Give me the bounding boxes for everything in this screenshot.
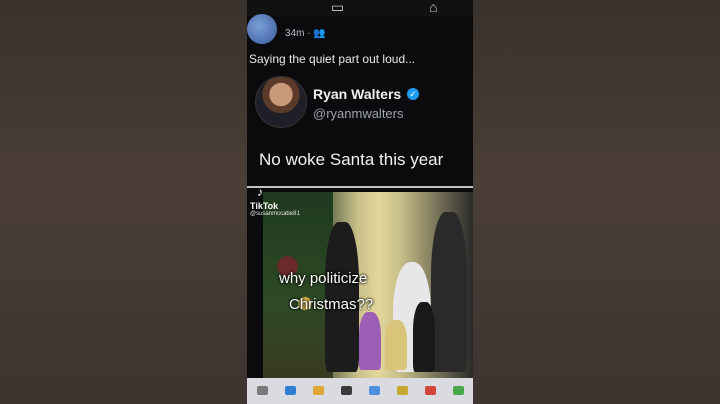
background-left (0, 0, 247, 404)
taskbar-icon[interactable] (285, 386, 296, 395)
author-name[interactable]: Ryan Walters (313, 86, 401, 102)
author-avatar[interactable] (255, 76, 307, 128)
tiktok-icon: ♪ (257, 185, 263, 199)
taskbar-icon[interactable] (453, 386, 464, 395)
taskbar (247, 378, 473, 404)
background-right (473, 0, 720, 404)
post-meta: 34m · 👥 (285, 28, 326, 39)
caption-line-1: why politicize (279, 270, 368, 287)
caption-line-2: Christmas?? (289, 296, 374, 313)
divider (247, 186, 473, 188)
tiktok-username: @susanmccabe81 (250, 211, 300, 217)
tiktok-label: TikTok (250, 201, 279, 211)
tweet-text: No woke Santa this year (259, 150, 444, 169)
taskbar-icon[interactable] (369, 386, 380, 395)
post-time: 34m · (285, 28, 311, 39)
person (431, 212, 467, 372)
quote-text: Saying the quiet part out loud... (249, 52, 416, 66)
verified-badge-icon: ✓ (407, 88, 419, 100)
taskbar-icon[interactable] (313, 386, 324, 395)
top-bar (247, 0, 473, 16)
author-handle[interactable]: @ryanmwalters (313, 106, 404, 121)
home-icon[interactable]: ⌂ (429, 0, 437, 14)
child (385, 320, 407, 370)
monitor-icon[interactable]: ▭ (331, 0, 344, 14)
taskbar-icon[interactable] (397, 386, 408, 395)
taskbar-icon[interactable] (425, 386, 436, 395)
child (359, 312, 381, 370)
taskbar-icon[interactable] (341, 386, 352, 395)
avatar[interactable] (247, 14, 277, 44)
taskbar-icon[interactable] (257, 386, 268, 395)
people-icon: 👥 (313, 28, 326, 39)
screen: ▭ ⌂ 34m · 👥 Saying the quiet part out lo… (247, 0, 473, 404)
child (413, 302, 435, 372)
